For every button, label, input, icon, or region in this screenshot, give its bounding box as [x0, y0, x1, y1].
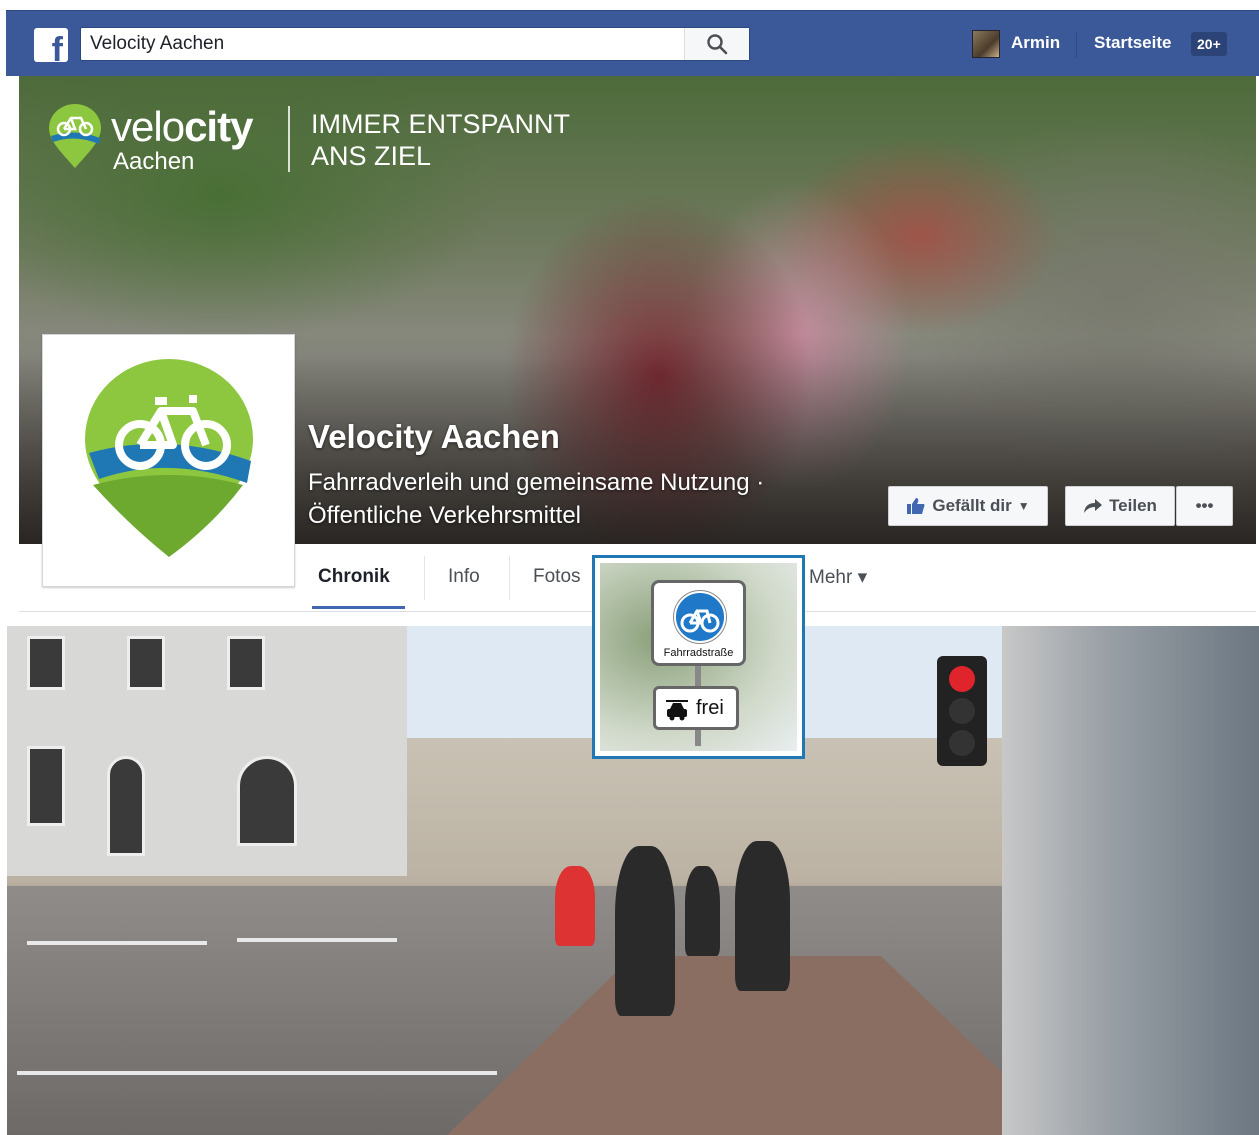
active-tab-indicator [312, 606, 405, 609]
tab-fotos[interactable]: Fotos [533, 566, 581, 588]
green-light [949, 730, 975, 756]
user-name-link[interactable]: Armin [1011, 33, 1060, 53]
velocity-profile-logo-icon [85, 359, 253, 557]
cyclist [685, 866, 720, 956]
thumbs-up-icon [907, 498, 925, 514]
tab-chronik[interactable]: Chronik [318, 566, 390, 588]
home-link[interactable]: Startseite [1094, 33, 1171, 53]
building-window [227, 636, 265, 690]
amber-light [949, 698, 975, 724]
cover-tagline: IMMER ENTSPANNT ANS ZIEL [311, 108, 570, 172]
red-light [949, 666, 975, 692]
more-options-button[interactable]: ••• [1176, 486, 1233, 526]
like-label: Gefällt dir [932, 496, 1012, 515]
page-category: Fahrradverleih und gemeinsame Nutzung · … [308, 466, 764, 532]
building-window [237, 756, 297, 846]
facebook-logo-icon[interactable]: f [34, 28, 68, 62]
traffic-light [937, 656, 987, 766]
tab-info[interactable]: Info [448, 566, 480, 588]
lane-marking [27, 941, 207, 945]
building-window [27, 636, 65, 690]
building-window [107, 756, 145, 856]
bicycle-street-sign: Fahrradstraße [651, 580, 746, 666]
share-label: Teilen [1109, 496, 1157, 515]
lane-marking [237, 938, 397, 942]
cyclist [555, 866, 595, 946]
velocity-logo-icon [49, 104, 101, 168]
brand-city: Aachen [113, 148, 195, 175]
category-line-1[interactable]: Fahrradverleih und gemeinsame Nutzung · [308, 466, 764, 499]
search-button[interactable] [684, 28, 749, 60]
bicycle-street-sign-inset: Fahrradstraße frei [592, 555, 805, 759]
chevron-down-icon: ▼ [1017, 499, 1030, 513]
like-button[interactable]: Gefällt dir ▼ [888, 486, 1048, 526]
cyclist [735, 841, 790, 991]
building-left [7, 626, 407, 876]
notification-badge[interactable]: 20+ [1191, 32, 1227, 56]
brand-word-bold: city [184, 103, 253, 150]
search-icon [707, 34, 728, 55]
sign-main-label: Fahrradstraße [663, 647, 734, 659]
brand-wordmark: velocity [111, 103, 253, 150]
building-window [127, 636, 165, 690]
tagline-line-2: ANS ZIEL [311, 141, 432, 171]
user-avatar[interactable] [972, 30, 1000, 58]
share-arrow-icon [1084, 499, 1103, 513]
bicycle-sign-icon [674, 591, 726, 643]
sign-sub-label: frei [696, 697, 724, 719]
share-button[interactable]: Teilen [1065, 486, 1175, 526]
top-bar: f Armin Startseite 20+ [6, 10, 1259, 76]
brand-word-light: velo [111, 103, 185, 150]
page-title[interactable]: Velocity Aachen [308, 418, 560, 456]
tab-divider [509, 556, 510, 600]
tab-mehr[interactable]: Mehr ▾ [809, 566, 867, 589]
category-line-2[interactable]: Öffentliche Verkehrsmittel [308, 499, 764, 532]
tagline-line-1: IMMER ENTSPANNT [311, 109, 571, 139]
profile-picture[interactable] [42, 334, 295, 587]
building-window [27, 746, 65, 826]
cyclist [615, 846, 675, 1016]
brand-divider [288, 106, 290, 172]
search-input[interactable] [81, 28, 684, 60]
search-box [80, 27, 750, 61]
supplementary-sign: frei [653, 686, 739, 730]
car-icon [666, 700, 688, 721]
tab-divider [424, 556, 425, 600]
building-right [1002, 626, 1259, 1135]
lane-marking [17, 1071, 497, 1075]
topbar-divider [1076, 32, 1077, 58]
